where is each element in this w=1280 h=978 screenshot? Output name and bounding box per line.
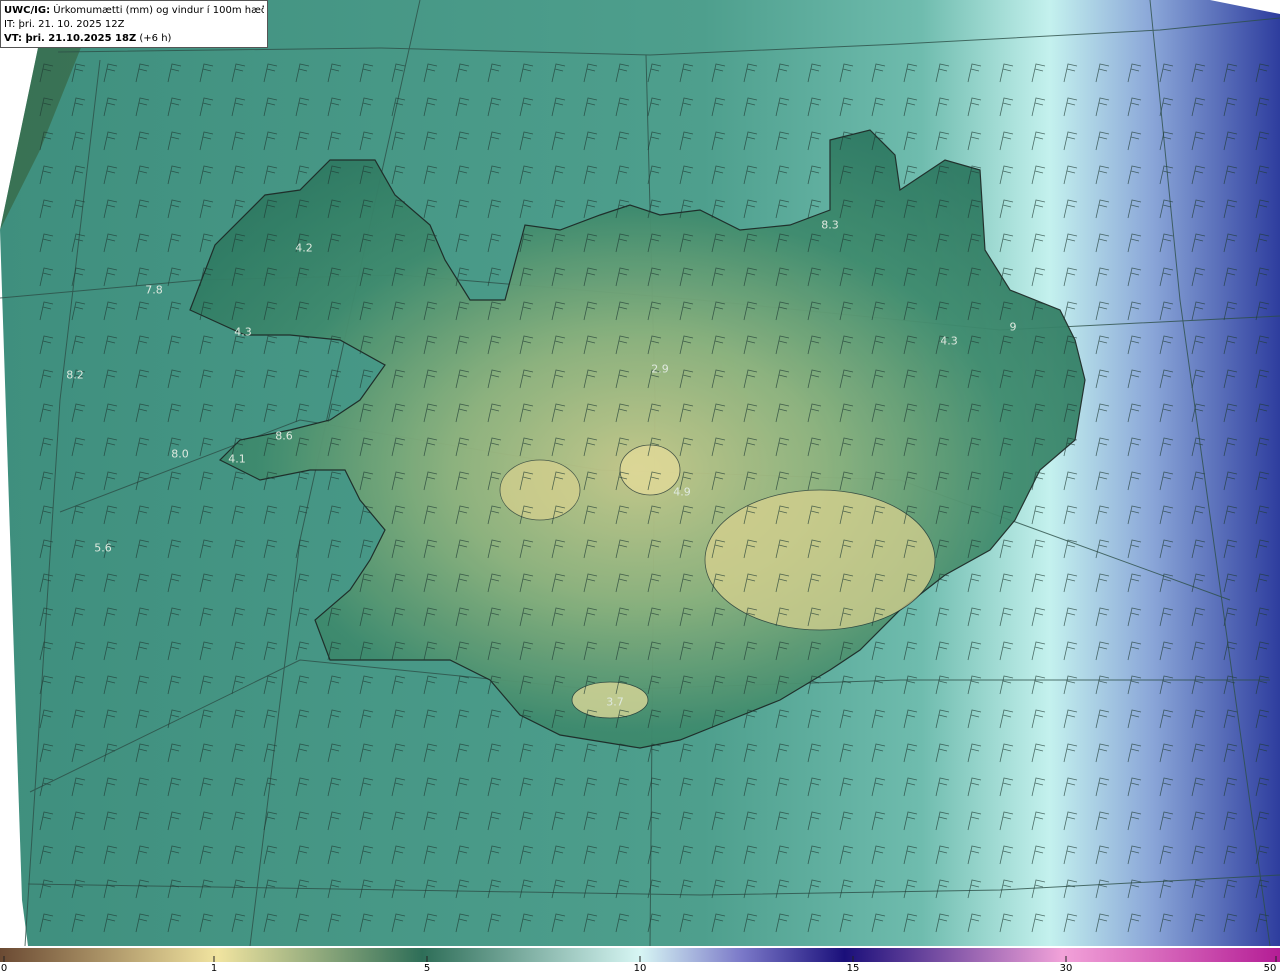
map-canvas [0, 0, 1280, 962]
vatnajokull [704, 489, 936, 631]
colorbar-labels: 0 1 5 10 15 30 50 [0, 962, 1280, 978]
colorbar-label: 30 [1059, 963, 1073, 974]
colorbar-label: 0 [0, 963, 8, 974]
product-title: Úrkomumætti (mm) og vindur í 100m hæð [50, 5, 264, 16]
colorbar-label: 10 [633, 963, 647, 974]
colorbar-label: 15 [846, 963, 860, 974]
point-label: 8.3 [821, 218, 839, 232]
forecast-map: 4.2 7.8 4.3 8.2 8.0 4.1 8.6 5.6 2.9 4.9 … [0, 0, 1280, 978]
langjokull [499, 459, 581, 521]
point-label: 4.9 [673, 485, 691, 499]
point-label: 4.2 [295, 241, 313, 255]
point-label: 8.6 [275, 429, 293, 443]
colorbar-label: 50 [1263, 963, 1277, 974]
model-name: UWC/IG: [4, 5, 51, 16]
point-label: 5.6 [94, 541, 112, 555]
point-label: 7.8 [145, 283, 163, 297]
point-label: 4.1 [228, 452, 246, 466]
init-time: IT: þri. 21. 10. 2025 12Z [4, 19, 125, 30]
lead-time: (+6 h) [136, 33, 172, 44]
point-label: 8.0 [171, 447, 189, 461]
valid-time-line: VT: þri. 21.10.2025 18Z (+6 h) [4, 32, 264, 46]
colorbar-label: 5 [423, 963, 431, 974]
title-line: UWC/IG: Úrkomumætti (mm) og vindur í 100… [4, 4, 264, 18]
point-label: 4.3 [234, 325, 252, 339]
hofsjokull [619, 444, 681, 496]
point-label: 4.3 [940, 334, 958, 348]
point-label: 2.9 [651, 362, 669, 376]
map-title-box: UWC/IG: Úrkomumætti (mm) og vindur í 100… [0, 0, 268, 48]
point-label: 9 [1009, 320, 1017, 334]
point-label: 8.2 [66, 368, 84, 382]
valid-time: VT: þri. 21.10.2025 18Z [4, 33, 137, 44]
point-label: 3.7 [606, 695, 624, 709]
colorbar-label: 1 [210, 963, 218, 974]
